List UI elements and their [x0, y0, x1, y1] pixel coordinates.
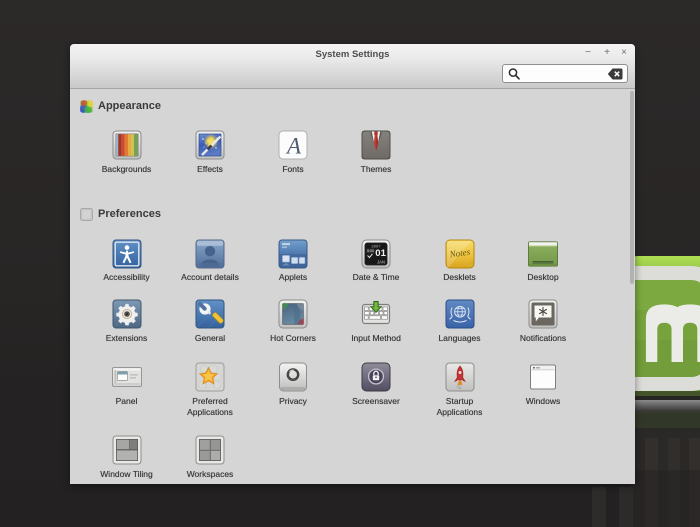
svg-text:JAN: JAN: [377, 259, 385, 264]
svg-text:01: 01: [375, 248, 386, 259]
svg-text:A: A: [285, 134, 302, 159]
svg-text:5:00: 5:00: [367, 249, 374, 253]
